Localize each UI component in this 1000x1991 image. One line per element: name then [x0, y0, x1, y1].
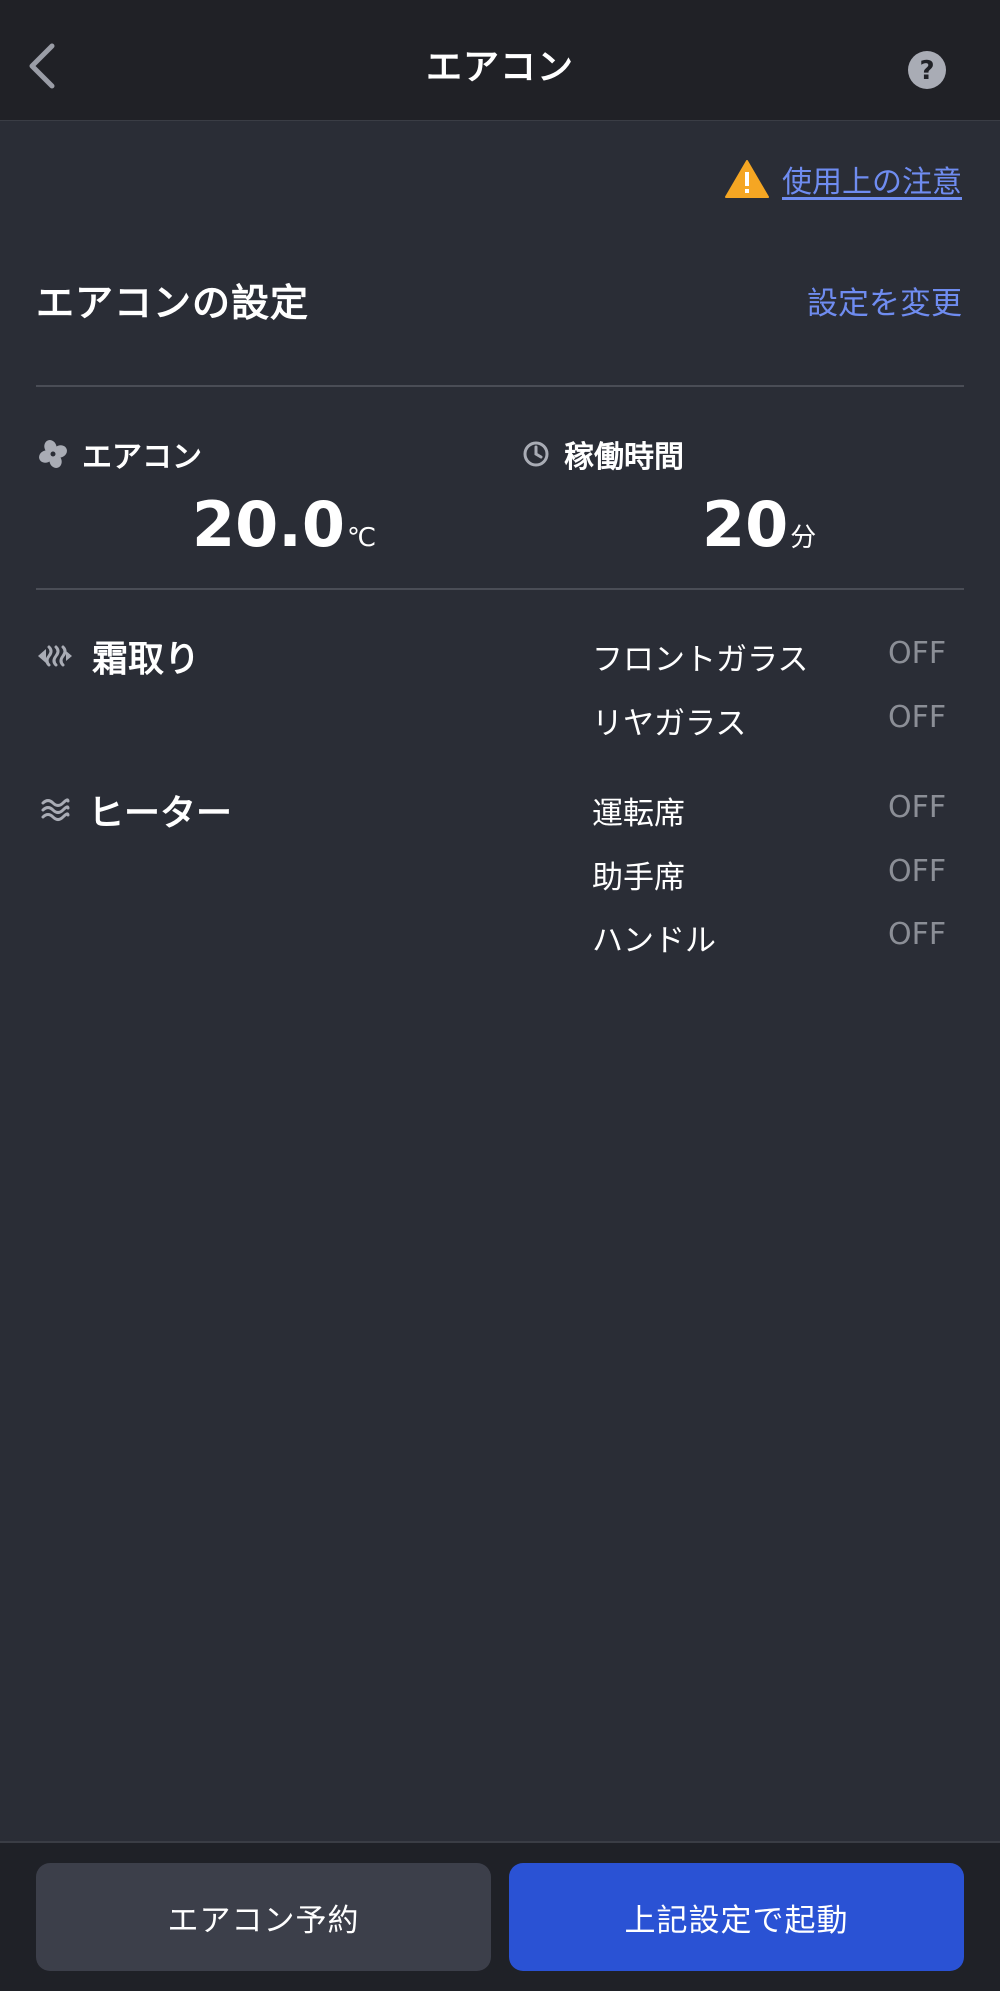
- usage-notice-link[interactable]: 使用上の注意: [724, 155, 962, 203]
- runtime-value: 20分: [702, 488, 816, 561]
- divider: [36, 385, 964, 387]
- front-glass-status: OFF: [888, 636, 947, 671]
- top-navigation-bar: エアコン ?: [0, 0, 1000, 121]
- question-circle-icon: ?: [908, 51, 946, 89]
- settings-section-title: エアコンの設定: [36, 281, 310, 325]
- heat-waves-icon: [41, 798, 70, 821]
- driver-seat-status: OFF: [888, 790, 947, 825]
- bottom-action-bar: エアコン予約 上記設定で起動: [0, 1841, 1000, 1991]
- aircon-label: エアコン: [38, 432, 202, 476]
- defrost-title-text: 霜取り: [92, 639, 201, 680]
- fan-icon: [39, 440, 67, 468]
- defrost-group-title: 霜取り: [36, 630, 200, 682]
- rear-glass-label: リヤガラス: [592, 706, 747, 742]
- aircon-label-text: エアコン: [82, 440, 202, 475]
- svg-text:?: ?: [919, 56, 934, 86]
- steering-wheel-status: OFF: [888, 917, 947, 952]
- temperature-number: 20.0: [192, 488, 345, 561]
- steering-wheel-label: ハンドル: [592, 923, 716, 959]
- warning-triangle-icon: [725, 160, 769, 198]
- passenger-seat-label: 助手席: [592, 860, 685, 896]
- heater-group-title: ヒーター: [40, 784, 232, 836]
- help-button[interactable]: ?: [907, 50, 947, 90]
- change-settings-link[interactable]: 設定を変更: [807, 278, 962, 323]
- page-title: エアコン: [425, 47, 574, 88]
- divider: [36, 588, 964, 590]
- defrost-icon: [38, 645, 72, 667]
- runtime-unit: 分: [790, 523, 817, 553]
- aircon-reservation-button[interactable]: エアコン予約: [36, 1863, 491, 1971]
- runtime-label-text: 稼働時間: [564, 440, 684, 475]
- passenger-seat-status: OFF: [888, 854, 947, 889]
- front-glass-label: フロントガラス: [592, 642, 809, 678]
- temperature-unit: ℃: [346, 523, 377, 553]
- runtime-number: 20: [702, 488, 789, 561]
- usage-notice-text[interactable]: 使用上の注意: [782, 157, 962, 201]
- heater-title-text: ヒーター: [88, 793, 233, 834]
- start-with-settings-button[interactable]: 上記設定で起動: [509, 1863, 964, 1971]
- driver-seat-label: 運転席: [592, 796, 685, 832]
- aircon-temperature-value: 20.0℃: [192, 488, 376, 561]
- runtime-label: 稼働時間: [522, 432, 684, 476]
- clock-icon: [523, 441, 549, 467]
- rear-glass-status: OFF: [888, 700, 947, 735]
